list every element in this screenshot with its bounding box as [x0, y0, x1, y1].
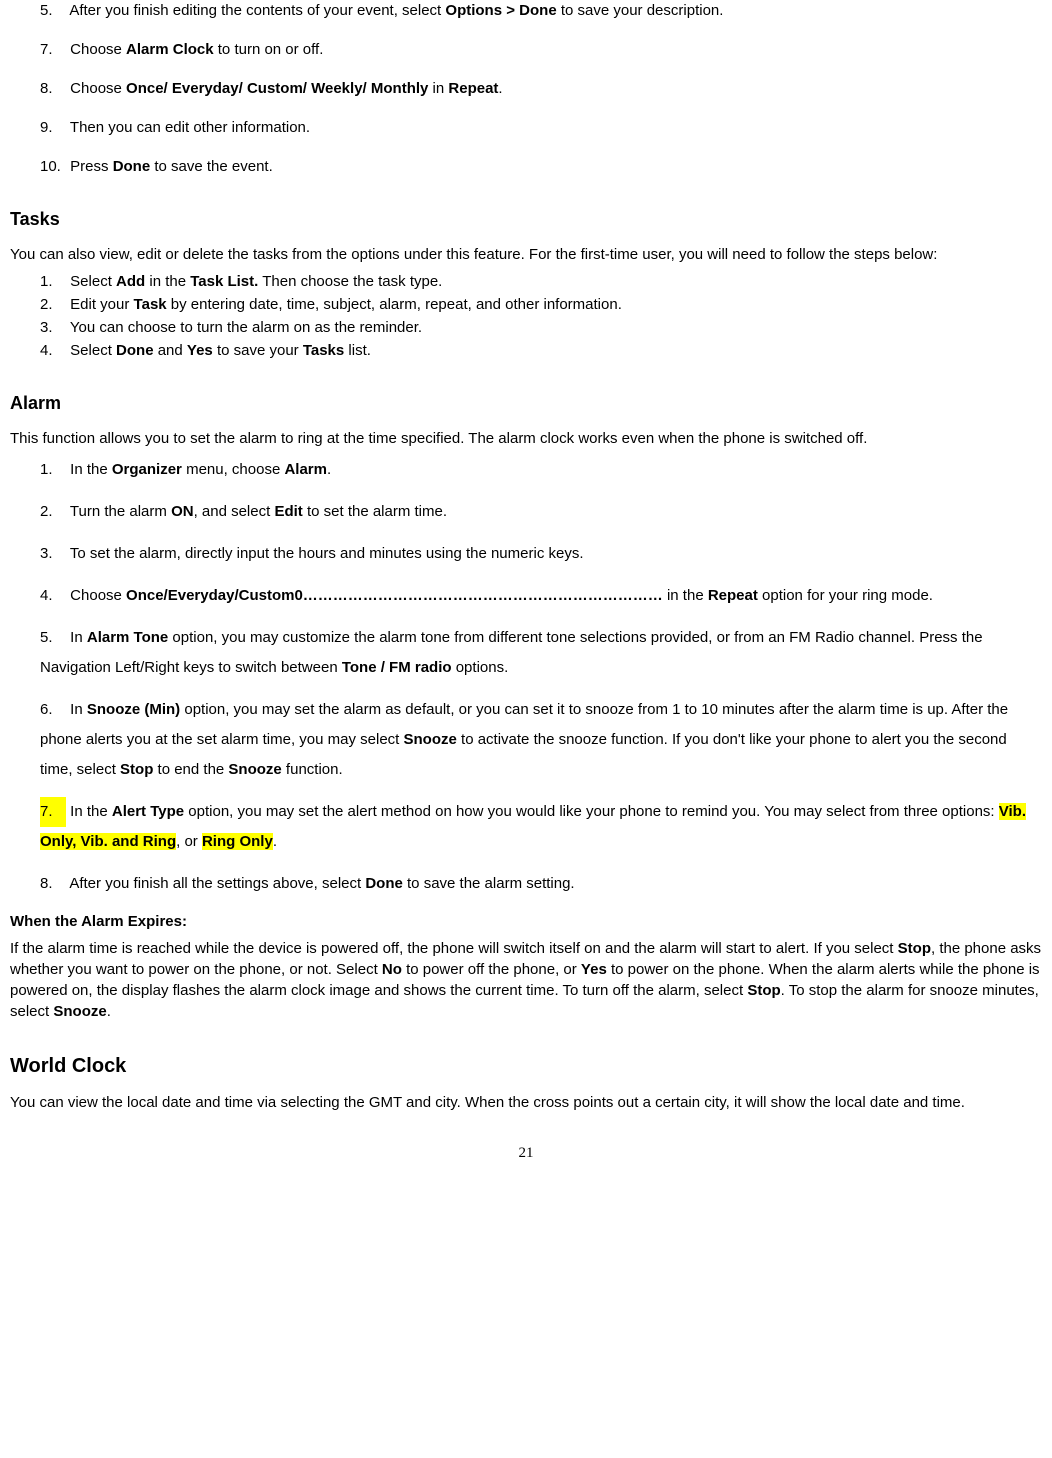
step-number: 5. [40, 0, 66, 21]
alarm-expires-heading: When the Alarm Expires: [10, 911, 1042, 932]
step-text: Select Done and Yes to save your Tasks l… [70, 342, 371, 359]
step-number: 1. [40, 271, 66, 292]
step-text: Press Done to save the event. [70, 158, 273, 175]
tasks-heading: Tasks [10, 207, 1042, 232]
alarm-step-1: 1. In the Organizer menu, choose Alarm. [40, 455, 1042, 485]
alarm-step-8: 8. After you finish all the settings abo… [40, 869, 1042, 899]
step-number: 8. [40, 78, 66, 99]
step-text: Select Add in the Task List. Then choose… [70, 273, 442, 290]
alarm-step-4: 4. Choose Once/Everyday/Custom0………………………… [40, 581, 1042, 611]
event-step-5: 5. After you finish editing the contents… [40, 0, 1042, 21]
step-text: In Snooze (Min) option, you may set the … [40, 701, 1008, 778]
step-number: 1. [40, 455, 66, 485]
event-step-10: 10. Press Done to save the event. [40, 156, 1042, 177]
step-number: 3. [40, 539, 66, 569]
step-text: Choose Once/ Everyday/ Custom/ Weekly/ M… [70, 80, 502, 97]
step-text: Choose Alarm Clock to turn on or off. [70, 41, 323, 58]
event-step-7: 7. Choose Alarm Clock to turn on or off. [40, 39, 1042, 60]
step-number: 2. [40, 294, 66, 315]
step-text: To set the alarm, directly input the hou… [70, 545, 584, 562]
tasks-steps-list: 1. Select Add in the Task List. Then cho… [10, 271, 1042, 361]
alarm-expires-text: If the alarm time is reached while the d… [10, 938, 1042, 1022]
step-text: Turn the alarm ON, and select Edit to se… [70, 503, 447, 520]
step-number: 4. [40, 340, 66, 361]
event-steps-list: 5. After you finish editing the contents… [10, 0, 1042, 177]
event-step-8: 8. Choose Once/ Everyday/ Custom/ Weekly… [40, 78, 1042, 99]
step-text: You can choose to turn the alarm on as t… [70, 319, 422, 336]
step-number: 7. [40, 797, 66, 827]
step-text: In the Alert Type option, you may set th… [40, 803, 1026, 850]
world-clock-text: You can view the local date and time via… [10, 1092, 1042, 1113]
step-text: Then you can edit other information. [70, 119, 310, 136]
alarm-step-6: 6. In Snooze (Min) option, you may set t… [40, 695, 1042, 785]
step-text: Choose Once/Everyday/Custom0………………………………… [70, 587, 933, 604]
alarm-heading: Alarm [10, 391, 1042, 416]
alarm-intro: This function allows you to set the alar… [10, 428, 1042, 449]
step-text: Edit your Task by entering date, time, s… [70, 296, 622, 313]
step-number: 2. [40, 497, 66, 527]
tasks-step-2: 2. Edit your Task by entering date, time… [40, 294, 1042, 315]
step-number: 7. [40, 39, 66, 60]
alarm-step-2: 2. Turn the alarm ON, and select Edit to… [40, 497, 1042, 527]
tasks-step-3: 3. You can choose to turn the alarm on a… [40, 317, 1042, 338]
world-clock-heading: World Clock [10, 1052, 1042, 1080]
alarm-step-3: 3. To set the alarm, directly input the … [40, 539, 1042, 569]
step-text: In Alarm Tone option, you may customize … [40, 629, 983, 676]
step-text: After you finish editing the contents of… [69, 2, 723, 19]
alarm-steps-list: 1. In the Organizer menu, choose Alarm. … [10, 455, 1042, 899]
alarm-step-5: 5. In Alarm Tone option, you may customi… [40, 623, 1042, 683]
step-number: 9. [40, 117, 66, 138]
tasks-intro: You can also view, edit or delete the ta… [10, 244, 1042, 265]
alarm-step-7: 7. In the Alert Type option, you may set… [40, 797, 1042, 857]
step-number: 6. [40, 695, 66, 725]
step-number: 10. [40, 156, 66, 177]
event-step-9: 9. Then you can edit other information. [40, 117, 1042, 138]
step-number: 5. [40, 623, 66, 653]
step-number: 4. [40, 581, 66, 611]
step-text: In the Organizer menu, choose Alarm. [70, 461, 331, 478]
tasks-step-4: 4. Select Done and Yes to save your Task… [40, 340, 1042, 361]
step-text: After you finish all the settings above,… [69, 875, 574, 892]
page-number: 21 [10, 1143, 1042, 1164]
step-number: 3. [40, 317, 66, 338]
step-number: 8. [40, 869, 66, 899]
tasks-step-1: 1. Select Add in the Task List. Then cho… [40, 271, 1042, 292]
